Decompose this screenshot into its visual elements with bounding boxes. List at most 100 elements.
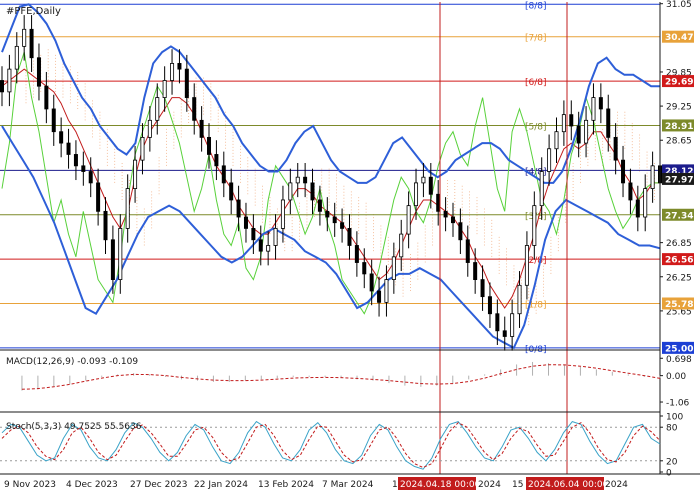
candle-body: [443, 210, 448, 218]
price-tag-label: 25.78: [665, 300, 693, 310]
candle-body: [125, 188, 130, 229]
candle-body: [66, 142, 71, 155]
candle-body: [414, 182, 419, 207]
candle-body: [0, 80, 4, 93]
candle-body: [96, 182, 101, 212]
candle-body: [532, 205, 537, 246]
candle-body: [554, 131, 559, 150]
candle-body: [288, 182, 293, 201]
candle-body: [325, 210, 330, 218]
candle-body: [147, 119, 152, 138]
candle-body: [88, 171, 93, 184]
candle-body: [391, 256, 396, 281]
candle-body: [184, 68, 189, 98]
candle-body: [317, 199, 322, 212]
price-tick-label: 31.05: [666, 0, 692, 10]
candle-body: [362, 262, 367, 275]
date-tick-label: 22 Jan 2024: [194, 480, 248, 490]
candle-body: [51, 108, 56, 133]
candle-body: [635, 199, 640, 218]
stochastic-title: Stoch(5,3,3) 49.7525 55.5636: [6, 422, 142, 432]
candle-body: [621, 159, 626, 184]
candle-body: [628, 182, 633, 201]
candle-body: [369, 273, 374, 292]
price-tick-label: 26.85: [666, 239, 692, 249]
candle-body: [539, 171, 544, 207]
candle-body: [44, 85, 49, 110]
candle-body: [487, 296, 492, 315]
candle-body: [576, 125, 581, 144]
date-tick-label: 2024.06.04 00:00: [528, 480, 609, 490]
candle-body: [384, 279, 389, 303]
macd-tick-label: 0.698: [666, 355, 692, 365]
candle-body: [162, 80, 167, 98]
candle-body: [236, 199, 241, 218]
candle-body: [251, 228, 256, 241]
price-tick-label: 26.25: [666, 273, 692, 283]
candle-body: [243, 216, 248, 229]
price-tick-label: 28.65: [666, 137, 692, 147]
candle-body: [421, 176, 426, 184]
stoch-tick-label: 100: [666, 413, 683, 423]
price-tag-label: 25.00: [665, 344, 693, 354]
price-tag-label: 27.97: [665, 175, 693, 185]
candle-body: [118, 228, 123, 280]
candle-body: [7, 68, 12, 93]
date-tick-label: 2024: [605, 480, 628, 490]
candle-body: [584, 119, 589, 144]
date-tick-label: 2024.04.18 00:00: [400, 480, 481, 490]
candle-body: [14, 45, 19, 70]
price-tag-label: 29.69: [665, 78, 693, 88]
price-tag-label: 26.56: [665, 256, 693, 266]
price-tick-label: 29.25: [666, 103, 692, 113]
candle-body: [406, 205, 411, 235]
candle-body: [36, 57, 41, 87]
candle-body: [643, 188, 648, 218]
candle-body: [480, 279, 485, 298]
date-tick-label: 15: [512, 480, 523, 490]
date-tick-label: 7 Mar 2024: [322, 480, 374, 490]
candle-body: [606, 108, 611, 138]
candle-body: [547, 148, 552, 172]
macd-title: MACD(12,26,9) -0.093 -0.109: [6, 357, 138, 367]
candle-body: [502, 330, 507, 337]
candle-body: [458, 222, 463, 241]
candle-body: [59, 131, 64, 144]
candle-body: [310, 182, 315, 201]
date-tick-label: 9 Nov 2023: [4, 480, 56, 490]
price-tag-label: 28.91: [665, 122, 693, 132]
candle-body: [140, 136, 145, 161]
candle-body: [340, 222, 345, 229]
candle-body: [103, 210, 108, 241]
candle-body: [273, 228, 278, 246]
candle-body: [591, 97, 596, 121]
macd-tick-label: -1.06: [666, 399, 690, 409]
murrey-level-label: [7/8]: [525, 34, 547, 44]
candle-body: [303, 176, 308, 184]
candle-body: [399, 233, 404, 258]
candle-body: [465, 239, 470, 263]
candle-body: [561, 114, 566, 133]
candle-body: [347, 228, 352, 246]
date-tick-label: 13 Feb 2024: [258, 480, 314, 490]
candle-body: [280, 199, 285, 229]
candle-body: [73, 154, 78, 167]
murrey-level-label: [6/8]: [525, 78, 547, 88]
candle-body: [377, 290, 382, 303]
murrey-level-label: [5/8]: [525, 122, 547, 132]
candle-body: [473, 262, 478, 280]
stoch-tick-label: 0: [666, 469, 672, 479]
stoch-tick-label: 80: [666, 424, 678, 434]
date-tick-label: 27 Dec 2023: [130, 480, 188, 490]
candle-body: [524, 245, 529, 286]
candle-body: [510, 313, 515, 337]
candle-body: [650, 165, 655, 189]
candle-body: [354, 245, 359, 263]
candle-body: [332, 216, 337, 224]
date-tick-label: 2024: [478, 480, 501, 490]
candle-body: [155, 97, 160, 121]
candle-body: [517, 284, 522, 315]
candle-body: [170, 63, 175, 81]
chart: [8/8][7/8][6/8][5/8][4/8][3/8][2/8][1/8]…: [0, 0, 700, 500]
candle-body: [428, 176, 433, 195]
